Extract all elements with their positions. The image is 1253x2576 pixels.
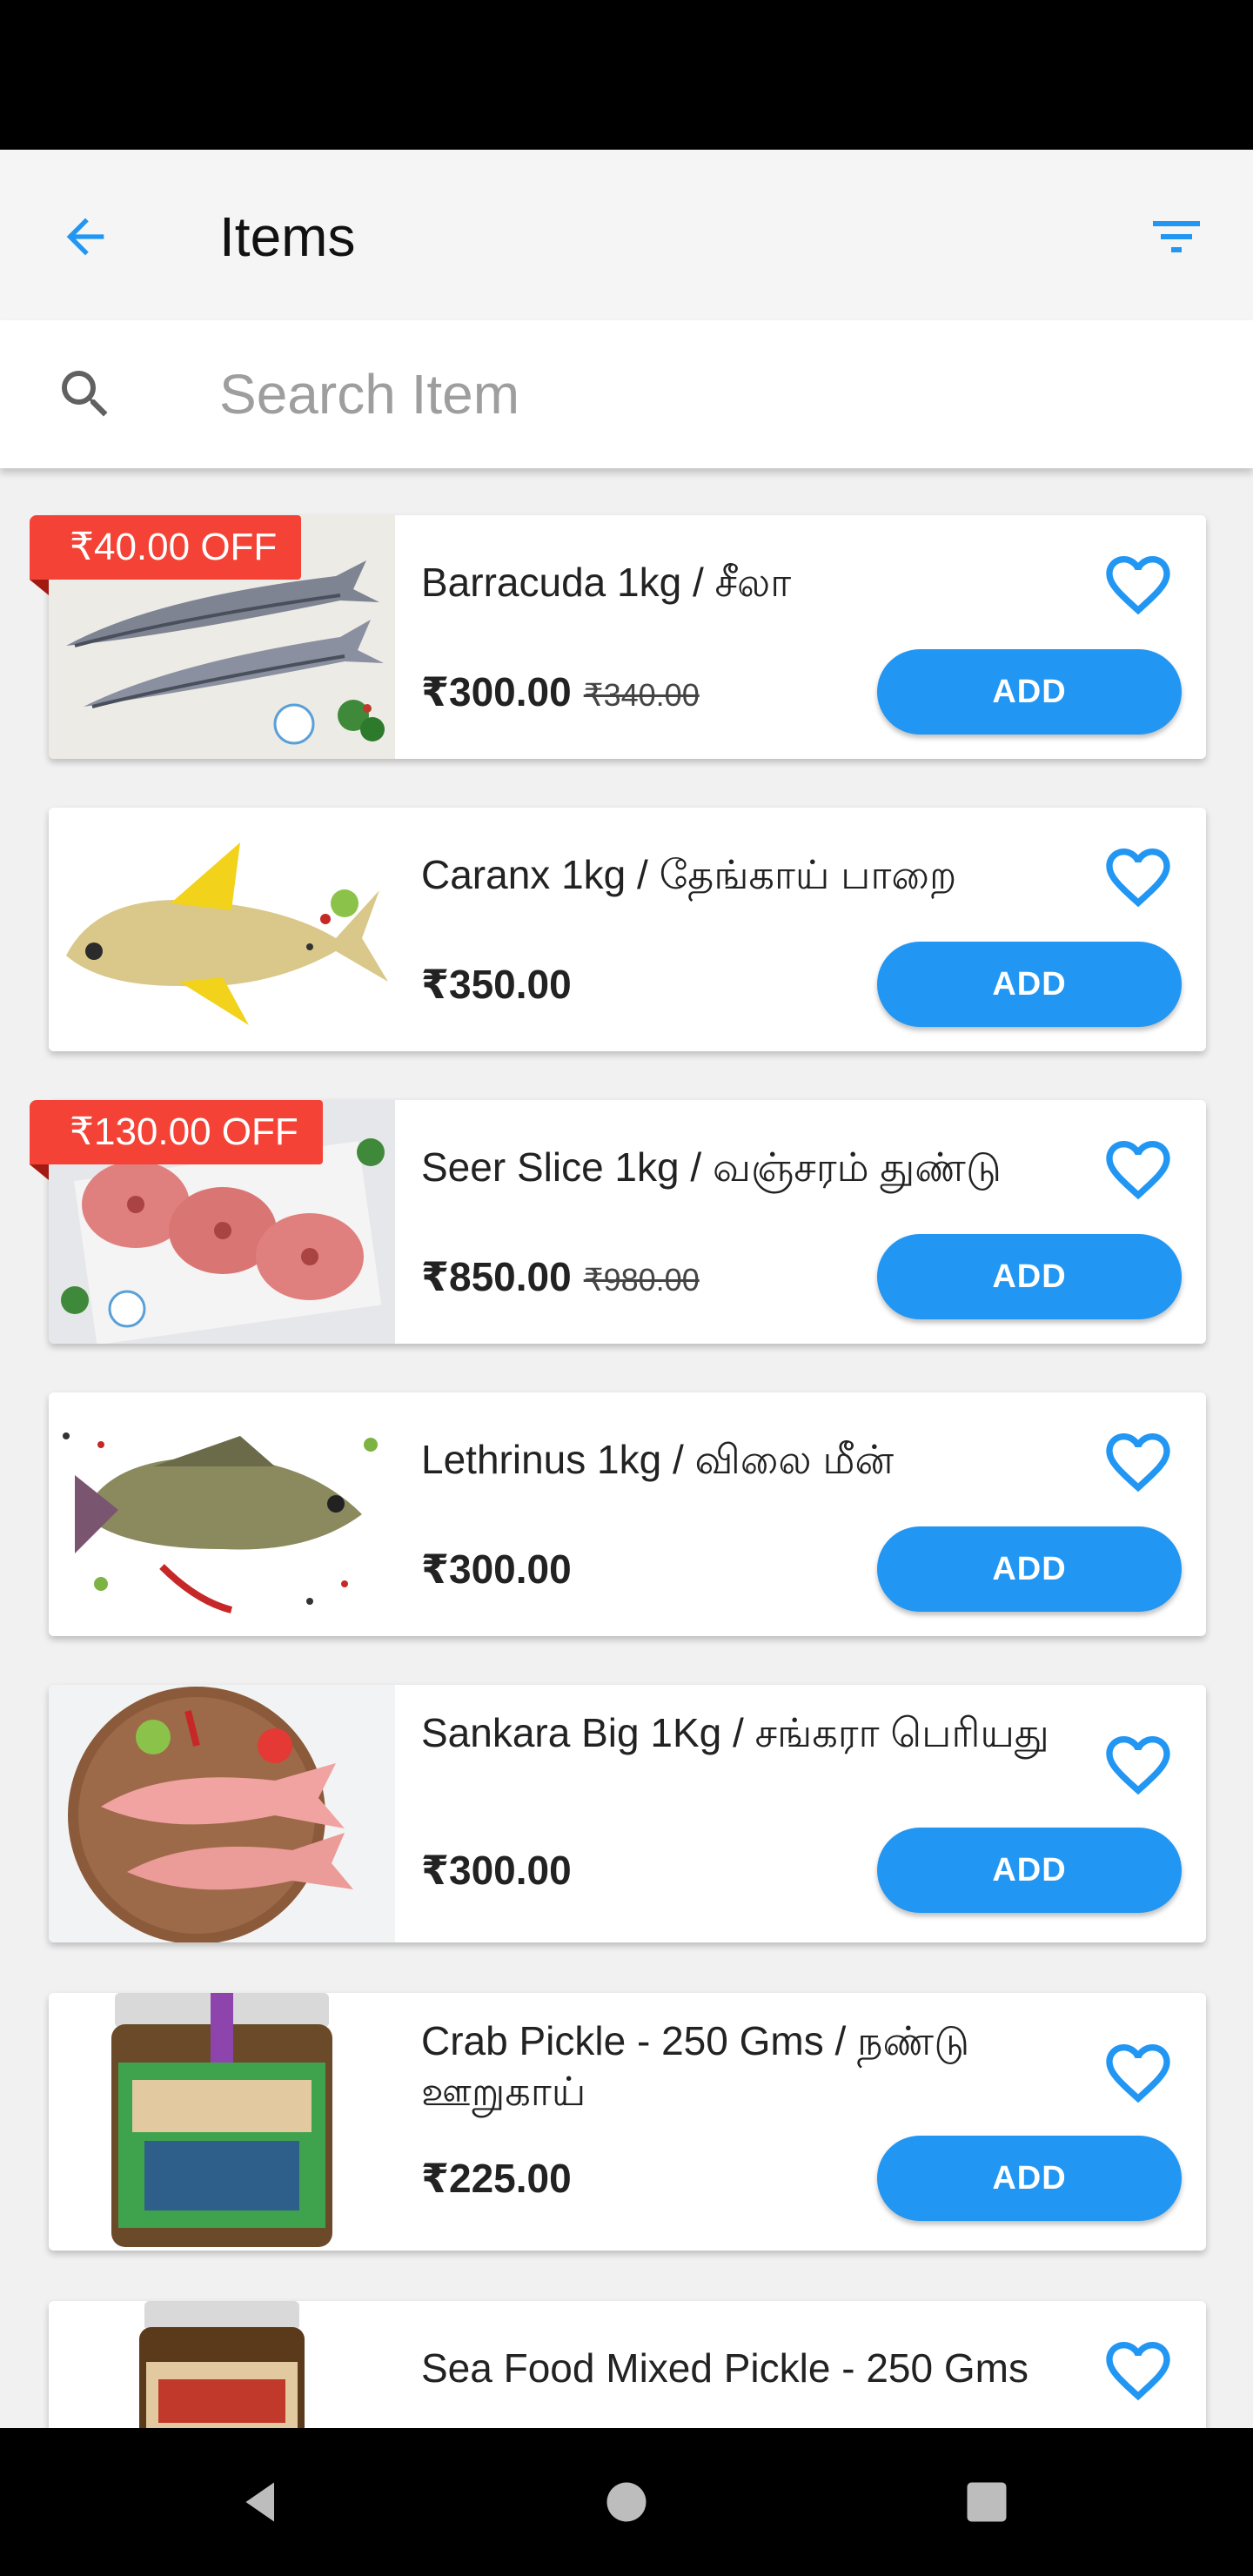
add-button[interactable]: ADD (877, 649, 1182, 735)
heart-outline-icon (1106, 2342, 1170, 2401)
filter-icon (1153, 221, 1200, 252)
favorite-button[interactable] (1095, 541, 1182, 628)
item-name[interactable]: Caranx 1kg / தேங்காய் பாறை (421, 849, 1135, 900)
price-row: ₹225.00 (421, 2155, 572, 2202)
item-old-price: ₹340.00 (583, 677, 700, 713)
item-price: ₹300.00 (421, 1546, 572, 1592)
item-image[interactable] (49, 1993, 395, 2251)
nav-home-button[interactable] (592, 2467, 661, 2537)
price-row: ₹300.00 (421, 1847, 572, 1894)
item-price: ₹850.00 (421, 1254, 572, 1299)
triangle-back-icon (245, 2482, 274, 2522)
nav-recents-button[interactable] (952, 2467, 1022, 2537)
search-bar (0, 320, 1253, 468)
item-price: ₹300.00 (421, 1848, 572, 1893)
item-image[interactable] (49, 1685, 395, 1942)
favorite-button[interactable] (1095, 2327, 1182, 2414)
item-name[interactable]: Sankara Big 1Kg / சங்கரா பெரியது (421, 1707, 1135, 1758)
item-name[interactable]: Lethrinus 1kg / விலை மீன் (421, 1434, 1135, 1485)
item-image[interactable] (49, 2301, 395, 2428)
price-row: ₹300.00 (421, 1546, 572, 1593)
item-card-crab-pickle[interactable]: Crab Pickle - 250 Gms / நண்டு ஊறுகாய் ₹2… (49, 1993, 1206, 2251)
discount-badge: ₹130.00 OFF (30, 1100, 323, 1180)
item-name[interactable]: Sea Food Mixed Pickle - 250 Gms (421, 2343, 1135, 2393)
heart-outline-icon (1106, 1141, 1170, 1200)
favorite-button[interactable] (1095, 1126, 1182, 1213)
item-price: ₹350.00 (421, 962, 572, 1007)
filter-button[interactable] (1142, 202, 1211, 272)
item-image[interactable] (49, 808, 395, 1051)
item-card-caranx[interactable]: Caranx 1kg / தேங்காய் பாறை ₹350.00 ADD (49, 808, 1206, 1051)
price-row: ₹350.00 (421, 961, 572, 1008)
item-card-sea-food-mixed-pickle[interactable]: Sea Food Mixed Pickle - 250 Gms (49, 2301, 1206, 2428)
app-bar: Items (0, 150, 1253, 320)
back-button[interactable] (50, 202, 120, 272)
price-row: ₹850.00 ₹980.00 (421, 1253, 700, 1300)
item-old-price: ₹980.00 (583, 1262, 700, 1298)
nav-back-button[interactable] (226, 2467, 296, 2537)
add-button[interactable]: ADD (877, 942, 1182, 1027)
add-button[interactable]: ADD (877, 2136, 1182, 2221)
favorite-button[interactable] (1095, 1419, 1182, 1506)
circle-home-icon (606, 2482, 647, 2522)
page-title: Items (219, 205, 356, 268)
item-card-lethrinus[interactable]: Lethrinus 1kg / விலை மீன் ₹300.00 ADD (49, 1392, 1206, 1636)
heart-outline-icon (1106, 1736, 1170, 1795)
item-card-seer-slice[interactable]: ₹130.00 OFF Seer Slice 1kg / வஞ்சரம் துண… (30, 1100, 1206, 1344)
item-price: ₹225.00 (421, 2156, 572, 2201)
arrow-left-icon (66, 218, 104, 256)
search-input[interactable] (219, 355, 1176, 433)
item-price: ₹300.00 (421, 669, 572, 714)
item-list[interactable]: ₹40.00 OFF Barracuda 1kg / சீலா ₹300.00 … (0, 468, 1253, 2428)
add-button[interactable]: ADD (877, 1234, 1182, 1319)
status-bar (0, 0, 1253, 150)
favorite-button[interactable] (1095, 1721, 1182, 1808)
add-button[interactable]: ADD (877, 1526, 1182, 1612)
square-recents-icon (967, 2482, 1007, 2522)
heart-outline-icon (1106, 556, 1170, 615)
heart-outline-icon (1106, 1433, 1170, 1493)
item-name[interactable]: Crab Pickle - 250 Gms / நண்டு ஊறுகாய் (421, 2016, 1135, 2116)
price-row: ₹300.00 ₹340.00 (421, 668, 700, 715)
heart-outline-icon (1106, 2044, 1170, 2103)
heart-outline-icon (1106, 849, 1170, 908)
item-name[interactable]: Seer Slice 1kg / வஞ்சரம் துண்டு (421, 1142, 1135, 1192)
discount-badge: ₹40.00 OFF (30, 515, 302, 595)
system-nav-bar (0, 2428, 1253, 2576)
add-button[interactable]: ADD (877, 1828, 1182, 1913)
item-card-sankara-big[interactable]: Sankara Big 1Kg / சங்கரா பெரியது ₹300.00… (49, 1685, 1206, 1942)
search-icon (50, 359, 120, 429)
item-name[interactable]: Barracuda 1kg / சீலா (421, 557, 1135, 607)
favorite-button[interactable] (1095, 2029, 1182, 2116)
item-card-barracuda[interactable]: ₹40.00 OFF Barracuda 1kg / சீலா ₹300.00 … (30, 515, 1206, 759)
favorite-button[interactable] (1095, 834, 1182, 921)
item-image[interactable] (49, 1392, 395, 1636)
